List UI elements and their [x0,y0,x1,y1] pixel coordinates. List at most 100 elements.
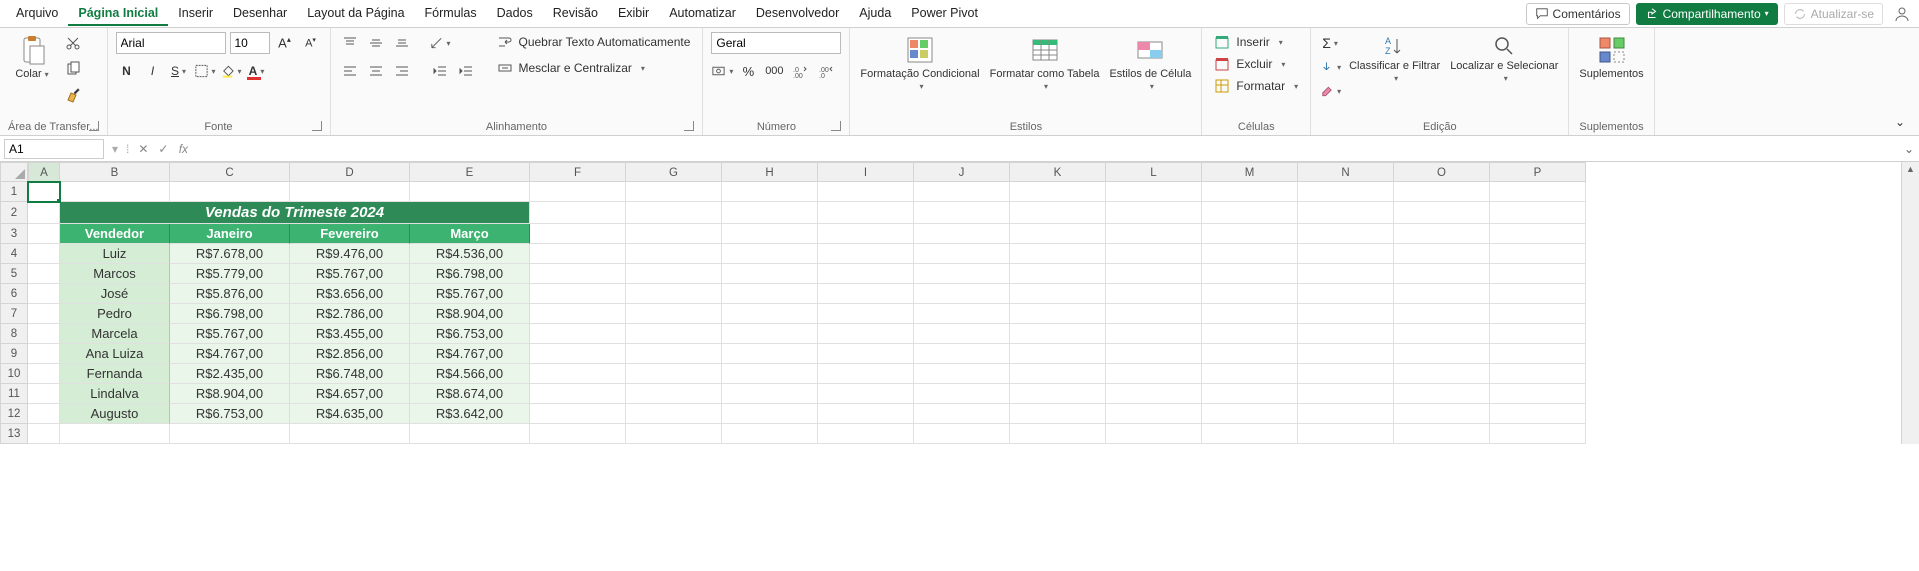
cell-O5[interactable] [1394,264,1490,284]
menu-tab-desenhar[interactable]: Desenhar [223,2,297,26]
cell-A9[interactable] [28,344,60,364]
cell-M11[interactable] [1202,384,1298,404]
col-header-K[interactable]: K [1010,162,1106,182]
row-header-6[interactable]: 6 [0,284,28,304]
cell-F4[interactable] [530,244,626,264]
cell-M12[interactable] [1202,404,1298,424]
collapse-ribbon-button[interactable]: ⌄ [1889,111,1911,133]
decrease-indent-button[interactable] [429,60,451,82]
row-header-10[interactable]: 10 [0,364,28,384]
cell-D10[interactable]: R$6.748,00 [290,364,410,384]
addins-button[interactable]: Suplementos [1577,32,1645,82]
cell-F1[interactable] [530,182,626,202]
cell-G4[interactable] [626,244,722,264]
cell-E5[interactable]: R$6.798,00 [410,264,530,284]
cell-N12[interactable] [1298,404,1394,424]
clear-button[interactable] [1319,80,1341,102]
row-header-8[interactable]: 8 [0,324,28,344]
menu-tab-automatizar[interactable]: Automatizar [659,2,746,26]
cell-L9[interactable] [1106,344,1202,364]
increase-indent-button[interactable] [455,60,477,82]
cell-J7[interactable] [914,304,1010,324]
cell-J2[interactable] [914,202,1010,224]
cell-M1[interactable] [1202,182,1298,202]
cell-A11[interactable] [28,384,60,404]
cell-L5[interactable] [1106,264,1202,284]
cell-H8[interactable] [722,324,818,344]
cell-P9[interactable] [1490,344,1586,364]
cell-D1[interactable] [290,182,410,202]
merge-center-button[interactable]: Mesclar e Centralizar [493,58,695,78]
cell-E4[interactable]: R$4.536,00 [410,244,530,264]
cell-B2[interactable]: Vendas do Trimeste 2024 [60,202,530,224]
menu-tab-dados[interactable]: Dados [487,2,543,26]
cell-N4[interactable] [1298,244,1394,264]
cell-D4[interactable]: R$9.476,00 [290,244,410,264]
cell-G11[interactable] [626,384,722,404]
col-header-L[interactable]: L [1106,162,1202,182]
cell-G6[interactable] [626,284,722,304]
cell-M7[interactable] [1202,304,1298,324]
cell-B1[interactable] [60,182,170,202]
cell-L10[interactable] [1106,364,1202,384]
cell-F13[interactable] [530,424,626,444]
row-header-5[interactable]: 5 [0,264,28,284]
cell-L2[interactable] [1106,202,1202,224]
cell-I5[interactable] [818,264,914,284]
cell-P2[interactable] [1490,202,1586,224]
cell-K4[interactable] [1010,244,1106,264]
cell-P7[interactable] [1490,304,1586,324]
cell-I2[interactable] [818,202,914,224]
percent-button[interactable]: % [737,60,759,82]
cell-K6[interactable] [1010,284,1106,304]
menu-tab-desenvolvedor[interactable]: Desenvolvedor [746,2,849,26]
align-right-button[interactable] [391,60,413,82]
delete-cells-button[interactable]: Excluir [1210,54,1289,74]
cell-O3[interactable] [1394,224,1490,244]
cell-M9[interactable] [1202,344,1298,364]
cell-M5[interactable] [1202,264,1298,284]
cell-F12[interactable] [530,404,626,424]
cell-C3[interactable]: Janeiro [170,224,290,244]
cell-D13[interactable] [290,424,410,444]
col-header-N[interactable]: N [1298,162,1394,182]
cell-J12[interactable] [914,404,1010,424]
decrease-font-button[interactable]: A▾ [300,32,322,54]
cell-K5[interactable] [1010,264,1106,284]
currency-button[interactable] [711,60,733,82]
cell-J9[interactable] [914,344,1010,364]
cell-M8[interactable] [1202,324,1298,344]
cell-M2[interactable] [1202,202,1298,224]
cell-F8[interactable] [530,324,626,344]
cell-K3[interactable] [1010,224,1106,244]
name-box[interactable] [4,139,104,159]
align-left-button[interactable] [339,60,361,82]
cell-A8[interactable] [28,324,60,344]
cell-C4[interactable]: R$7.678,00 [170,244,290,264]
cell-A10[interactable] [28,364,60,384]
cell-H2[interactable] [722,202,818,224]
font-name-combo[interactable] [116,32,226,54]
cell-I6[interactable] [818,284,914,304]
cell-A4[interactable] [28,244,60,264]
row-header-9[interactable]: 9 [0,344,28,364]
cell-B12[interactable]: Augusto [60,404,170,424]
col-header-E[interactable]: E [410,162,530,182]
cell-F2[interactable] [530,202,626,224]
font-dialog-launcher[interactable] [312,121,322,131]
cell-D9[interactable]: R$2.856,00 [290,344,410,364]
update-button[interactable]: Atualizar-se [1784,3,1883,25]
cell-K7[interactable] [1010,304,1106,324]
cell-B3[interactable]: Vendedor [60,224,170,244]
select-all-corner[interactable] [0,162,28,182]
col-header-B[interactable]: B [60,162,170,182]
col-header-G[interactable]: G [626,162,722,182]
format-table-button[interactable]: Formatar como Tabela [988,32,1102,93]
cell-E6[interactable]: R$5.767,00 [410,284,530,304]
cell-G7[interactable] [626,304,722,324]
cell-B4[interactable]: Luiz [60,244,170,264]
cancel-formula-button[interactable]: ✕ [133,142,153,156]
cell-I7[interactable] [818,304,914,324]
cell-I4[interactable] [818,244,914,264]
cell-P8[interactable] [1490,324,1586,344]
